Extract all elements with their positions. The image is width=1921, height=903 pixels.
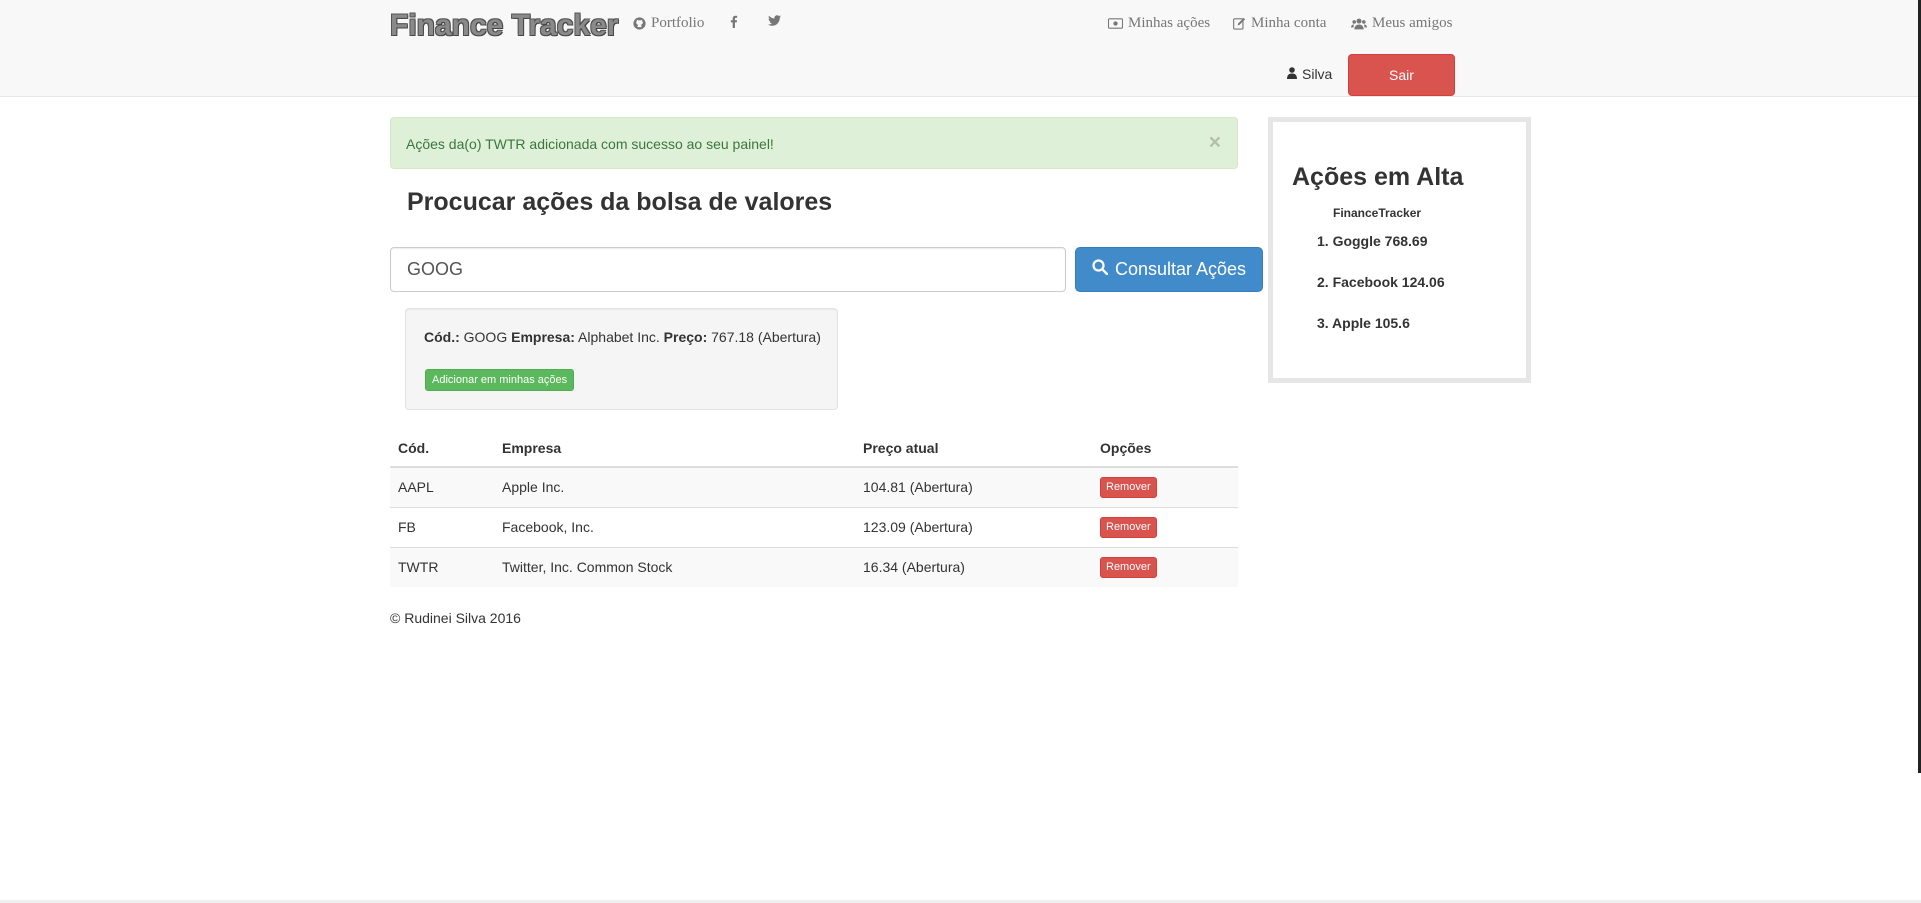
trending-stocks-panel: Ações em Alta FinanceTracker 1. Goggle 7…	[1268, 117, 1531, 383]
top-navbar: Finance Tracker Portfolio Minhas ações M…	[0, 0, 1921, 97]
cell-price: 104.81 (Abertura)	[855, 466, 1092, 507]
table-header-row: Cód. Empresa Preço atual Opções	[390, 429, 1238, 468]
nav-my-friends-link[interactable]: Meus amigos	[1351, 15, 1452, 32]
search-result-card: Cód.: GOOG Empresa: Alphabet Inc. Preço:…	[405, 308, 838, 410]
cell-options: Remover	[1092, 546, 1238, 587]
cell-options: Remover	[1092, 466, 1238, 507]
user-icon	[1287, 66, 1297, 82]
nav-facebook-link[interactable]	[730, 15, 738, 28]
my-stocks-table: Cód. Empresa Preço atual Opções AAPL App…	[390, 429, 1238, 587]
cell-code: TWTR	[390, 546, 494, 587]
trending-title: Ações em Alta	[1292, 163, 1464, 191]
logout-button[interactable]: Sair	[1348, 54, 1455, 96]
facebook-icon	[730, 15, 738, 28]
result-company: Alphabet Inc.	[578, 329, 660, 345]
cell-company: Facebook, Inc.	[494, 506, 855, 547]
col-price-header: Preço atual	[855, 429, 1092, 468]
cell-options: Remover	[1092, 506, 1238, 547]
nav-portfolio-label: Portfolio	[651, 15, 705, 31]
cell-price: 123.09 (Abertura)	[855, 506, 1092, 547]
remove-button[interactable]: Remover	[1100, 476, 1157, 498]
search-result-line: Cód.: GOOG Empresa: Alphabet Inc. Preço:…	[424, 329, 821, 345]
result-price-label: Preço:	[663, 329, 708, 345]
table-row: FB Facebook, Inc. 123.09 (Abertura) Remo…	[390, 506, 1238, 547]
add-to-my-stocks-button[interactable]: Adicionar em minhas ações	[425, 369, 575, 391]
nav-my-friends-label: Meus amigos	[1372, 15, 1453, 31]
cell-price: 16.34 (Abertura)	[855, 546, 1092, 587]
result-code-label: Cód.:	[424, 329, 460, 345]
money-icon	[1108, 18, 1123, 29]
trending-list: 1. Goggle 768.69 2. Facebook 124.06 3. A…	[1317, 233, 1445, 356]
trending-item: 1. Goggle 768.69	[1317, 233, 1428, 249]
result-code: GOOG	[463, 329, 508, 345]
col-code-header: Cód.	[390, 429, 494, 468]
col-options-header: Opções	[1092, 429, 1238, 468]
alert-message: Ações da(o) TWTR adicionada com sucesso …	[406, 136, 774, 152]
search-title: Procucar ações da bolsa de valores	[407, 188, 833, 216]
nav-my-account-label: Minha conta	[1251, 15, 1327, 31]
cell-company: Apple Inc.	[494, 466, 855, 507]
nav-my-stocks-link[interactable]: Minhas ações	[1108, 15, 1210, 32]
cell-code: AAPL	[390, 466, 494, 507]
twitter-icon	[768, 15, 781, 26]
trending-subtitle: FinanceTracker	[1333, 206, 1422, 220]
search-input-value: GOOG	[407, 259, 464, 279]
col-company-header: Empresa	[494, 429, 855, 468]
github-icon	[633, 17, 646, 30]
cell-code: FB	[390, 506, 494, 547]
result-price: 767.18 (Abertura)	[711, 329, 821, 345]
brand-logo[interactable]: Finance Tracker	[390, 9, 618, 43]
nav-my-account-link[interactable]: Minha conta	[1233, 15, 1326, 32]
search-icon	[1092, 259, 1109, 280]
table-row: TWTR Twitter, Inc. Common Stock 16.34 (A…	[390, 546, 1238, 587]
stock-search-input[interactable]: GOOG	[390, 247, 1066, 292]
nav-portfolio-link[interactable]: Portfolio	[633, 15, 704, 32]
user-name: Silva	[1302, 66, 1333, 82]
nav-twitter-link[interactable]	[768, 15, 781, 26]
remove-button[interactable]: Remover	[1100, 516, 1157, 538]
search-stocks-button[interactable]: Consultar Ações	[1075, 247, 1263, 292]
table-row: AAPL Apple Inc. 104.81 (Abertura) Remove…	[390, 466, 1238, 507]
success-alert: Ações da(o) TWTR adicionada com sucesso …	[390, 117, 1238, 169]
nav-my-stocks-label: Minhas ações	[1128, 15, 1211, 31]
alert-close-button[interactable]: ×	[1209, 132, 1221, 153]
remove-button[interactable]: Remover	[1100, 556, 1157, 578]
edit-icon	[1233, 17, 1246, 30]
current-user[interactable]: Silva	[1287, 66, 1332, 82]
trending-item: 3. Apple 105.6	[1317, 315, 1410, 331]
cell-company: Twitter, Inc. Common Stock	[494, 546, 855, 587]
users-icon	[1351, 18, 1367, 30]
footer-copyright: © Rudinei Silva 2016	[390, 610, 521, 626]
search-button-label: Consultar Ações	[1114, 259, 1247, 279]
trending-item: 2. Facebook 124.06	[1317, 274, 1445, 290]
result-company-label: Empresa:	[511, 329, 575, 345]
